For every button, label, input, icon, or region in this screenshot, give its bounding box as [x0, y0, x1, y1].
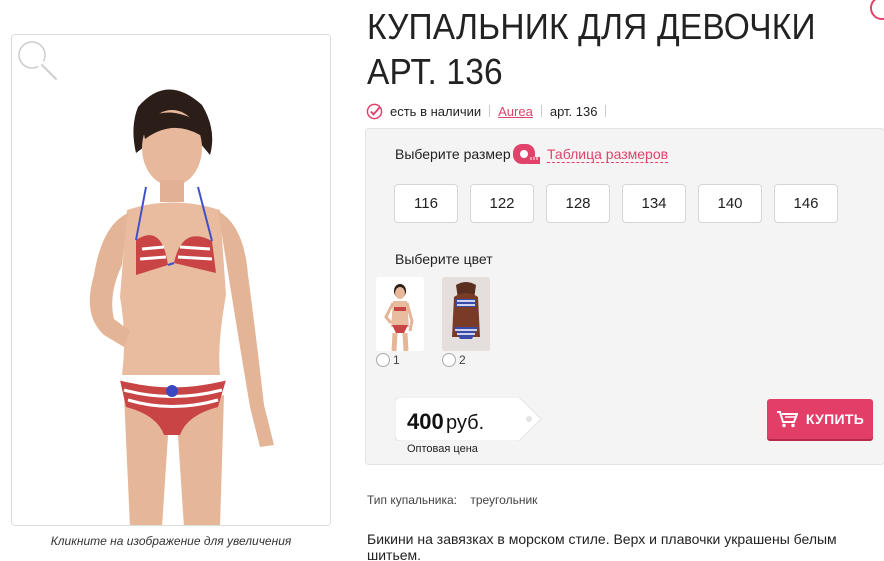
color-option-2[interactable]: 2 — [442, 277, 490, 367]
cart-icon — [776, 411, 798, 428]
brand-link[interactable]: Aurea — [498, 104, 533, 119]
spec-row: Тип купальника: треугольник — [367, 493, 537, 507]
color-radio[interactable] — [376, 353, 390, 367]
color-thumbnail[interactable] — [442, 277, 490, 351]
color-label: Выберите цвет — [395, 251, 493, 267]
product-photo[interactable] — [12, 35, 331, 526]
availability-status: есть в наличии — [390, 103, 482, 119]
size-option-140[interactable]: 140 — [698, 184, 762, 223]
size-option-128[interactable]: 128 — [546, 184, 610, 223]
size-option-134[interactable]: 134 — [622, 184, 686, 223]
size-label: Выберите размер — [395, 146, 511, 162]
buy-button[interactable]: КУПИТЬ — [767, 399, 873, 439]
price-currency: руб. — [446, 412, 485, 434]
article-number: арт. 136 — [549, 103, 598, 119]
divider — [540, 105, 542, 117]
purchase-options-panel: Выберите размер Таблица размеров 116 122… — [365, 128, 884, 465]
measuring-tape-icon[interactable] — [512, 141, 540, 167]
price-value: 400 — [407, 409, 444, 434]
price-note: Оптовая цена — [407, 443, 478, 455]
check-circle-icon — [366, 103, 383, 119]
image-caption: Кликните на изображение для увеличения — [50, 534, 292, 548]
size-table-link[interactable]: Таблица размеров — [547, 146, 669, 163]
product-meta: есть в наличии Aurea арт. 136 — [366, 101, 614, 121]
product-description: Бикини на завязках в морском стиле. Верх… — [367, 531, 837, 561]
color-thumbnail[interactable] — [376, 277, 424, 351]
color-option-label: 1 — [393, 353, 400, 367]
size-selector: 116 122 128 134 140 146 — [394, 184, 838, 223]
divider — [605, 105, 607, 117]
product-image[interactable] — [11, 34, 331, 526]
spec-label: Тип купальника: — [367, 493, 457, 507]
spec-value: треугольник — [470, 493, 538, 507]
size-option-116[interactable]: 116 — [394, 184, 458, 223]
page-title: КУПАЛЬНИК ДЛЯ ДЕВОЧКИ АРТ. 136 — [367, 6, 816, 92]
divider — [489, 105, 491, 117]
color-radio[interactable] — [442, 353, 456, 367]
close-icon[interactable] — [870, 0, 884, 20]
zoom-icon[interactable] — [12, 35, 62, 85]
buy-button-label: КУПИТЬ — [805, 411, 865, 427]
color-option-label: 2 — [459, 353, 466, 367]
size-option-146[interactable]: 146 — [774, 184, 838, 223]
size-option-122[interactable]: 122 — [470, 184, 534, 223]
color-option-1[interactable]: 1 — [376, 277, 424, 367]
